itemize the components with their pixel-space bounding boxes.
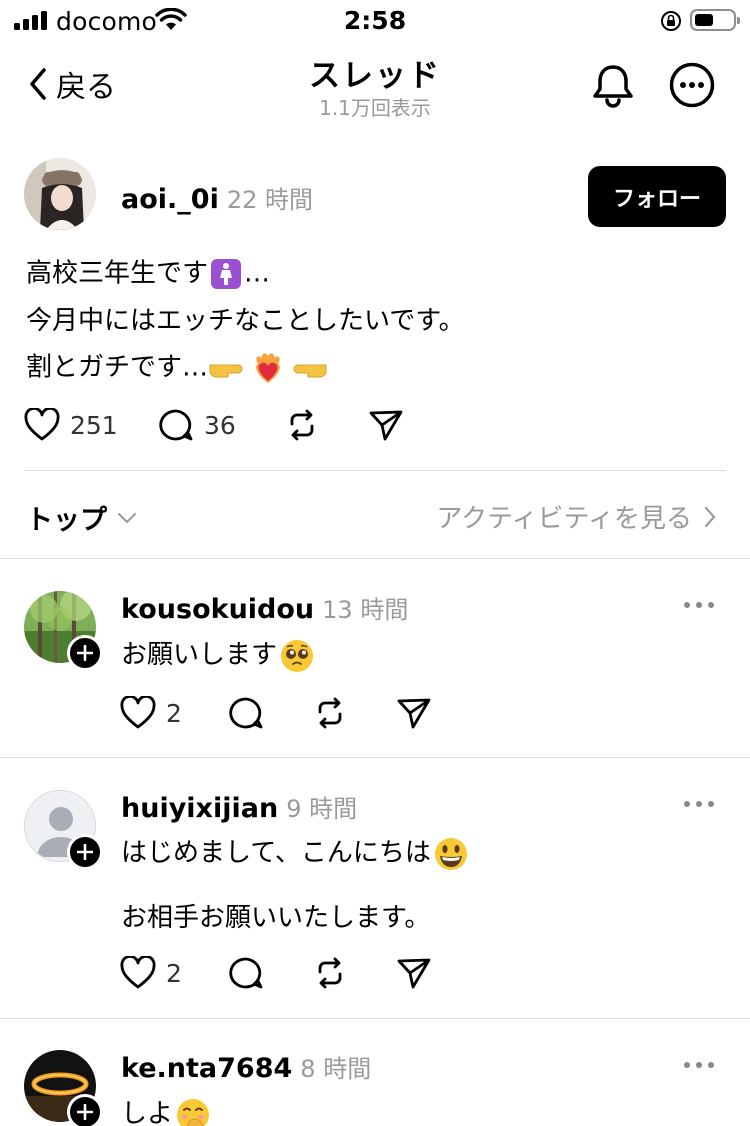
pointing-left-emoji-icon (293, 364, 327, 378)
grinning-face-emoji-icon (434, 837, 467, 870)
reply-text: しよ (121, 1093, 211, 1126)
reply-username[interactable]: huiyixijian (121, 793, 278, 824)
heart-icon (24, 408, 60, 441)
more-options-icon[interactable] (669, 62, 715, 108)
reply-button[interactable]: 36 (158, 408, 236, 442)
post-author[interactable]: aoi._0i 22 時間 (121, 180, 313, 215)
share-icon[interactable] (396, 956, 432, 990)
page-title: スレッド (309, 58, 441, 94)
divider (0, 757, 750, 758)
sort-dropdown[interactable]: トップ (26, 498, 137, 537)
plus-icon (77, 844, 93, 860)
comment-icon (159, 409, 193, 441)
female-sign-emoji-icon (211, 259, 242, 289)
reply-text: お願いします (121, 634, 315, 674)
rotation-lock-icon (661, 11, 681, 31)
reply-text-body: しよ (121, 1099, 174, 1126)
view-count: 1.1万回表示 (319, 96, 431, 120)
sort-label: トップ (26, 505, 107, 536)
pointing-right-emoji-icon (209, 364, 243, 378)
reply-text-body: はじめまして、こんにちは (121, 838, 431, 868)
post-time: 22 時間 (226, 186, 313, 214)
repost-icon[interactable] (312, 956, 348, 990)
reply-more-button[interactable] (684, 1062, 714, 1068)
reply-author[interactable]: huiyixijian 9 時間 (121, 789, 357, 824)
chevron-right-icon (704, 506, 716, 527)
reply-text-2: お相手お願いいたします。 (121, 903, 431, 933)
reply-text: はじめまして、こんにちは (121, 832, 469, 872)
reply-count: 36 (204, 410, 236, 440)
reply-more-button[interactable] (684, 602, 714, 608)
status-bar: docomo 2:58 (0, 0, 750, 44)
post-text-line: 高校三年生です … (26, 258, 270, 290)
share-icon[interactable] (396, 696, 432, 730)
post-line-1: 高校三年生です (26, 258, 209, 289)
avatar[interactable] (24, 158, 96, 230)
status-time: 2:58 (343, 6, 407, 35)
like-count: 251 (70, 410, 118, 440)
hand-over-mouth-emoji-icon (177, 1098, 210, 1126)
plus-icon (77, 1104, 93, 1120)
heart-icon (120, 696, 156, 729)
reply-time: 13 時間 (322, 596, 409, 624)
heart-icon (120, 956, 156, 989)
like-button[interactable]: 2 (120, 956, 182, 990)
repost-icon[interactable] (312, 696, 348, 730)
comment-icon[interactable] (228, 696, 264, 730)
post-line-1-ellipsis: … (244, 258, 271, 289)
like-count: 2 (166, 698, 182, 728)
follow-plus-button[interactable] (67, 834, 103, 870)
reply-more-button[interactable] (684, 801, 714, 807)
post-line-3: 割とガチです… (26, 352, 209, 383)
heart-on-fire-emoji-icon (256, 353, 280, 383)
reply-time: 8 時間 (300, 1055, 372, 1083)
divider (0, 1018, 750, 1019)
reply-username[interactable]: kousokuidou (121, 594, 314, 625)
chevron-down-icon (118, 512, 136, 523)
divider (0, 558, 750, 559)
battery-icon (690, 9, 740, 31)
like-count: 2 (166, 958, 182, 988)
like-button[interactable]: 2 (120, 696, 182, 730)
activity-label: アクティビティを見る (436, 504, 692, 534)
reply-time: 9 時間 (286, 795, 358, 823)
reply-text-body: お願いします (121, 640, 278, 670)
follow-button[interactable]: フォロー (588, 166, 726, 227)
reply-author[interactable]: ke.nta7684 8 時間 (121, 1049, 371, 1084)
share-icon[interactable] (368, 408, 404, 442)
divider (24, 470, 726, 471)
follow-plus-button[interactable] (67, 635, 103, 671)
post-text-line: 割とガチです… (26, 350, 328, 386)
view-activity-link[interactable]: アクティビティを見る (436, 498, 716, 535)
post-text-line: 今月中にはエッチなことしたいです。 (26, 306, 465, 336)
like-button[interactable]: 251 (24, 408, 118, 442)
reply-author[interactable]: kousokuidou 13 時間 (121, 590, 408, 625)
reply-username[interactable]: ke.nta7684 (121, 1053, 292, 1084)
comment-icon[interactable] (228, 956, 264, 990)
post-username[interactable]: aoi._0i (121, 184, 219, 215)
follow-plus-button[interactable] (67, 1094, 103, 1126)
bell-icon[interactable] (590, 62, 636, 108)
pleading-face-emoji-icon (281, 639, 314, 672)
plus-icon (77, 645, 93, 661)
repost-icon[interactable] (284, 408, 320, 442)
